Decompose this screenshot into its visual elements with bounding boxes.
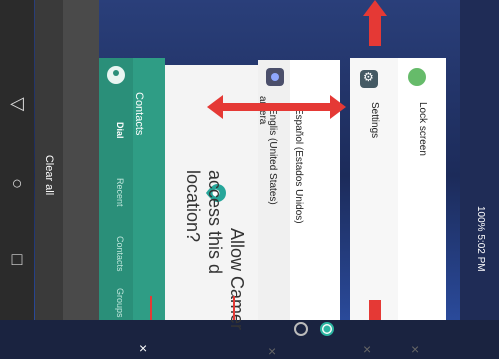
home-button[interactable]: ○ [6,172,28,194]
settings-gear-icon [360,70,378,88]
marker-line-1 [150,296,152,320]
permission-text-line1: Allow Camer [227,228,247,331]
marker-line-2 [233,296,235,320]
contacts-card-title: Contacts [133,92,145,136]
arrow-left-head [207,95,223,119]
settings-card-title: Settings [369,102,380,139]
radio-spanish[interactable] [320,322,334,336]
camera-app-icon [266,68,284,86]
arrow-bottom-mark [369,300,381,320]
status-text: 100% 5:02 PM [475,206,486,272]
tab-contacts[interactable]: Contacts [115,236,125,272]
close-contacts-card-button[interactable]: × [139,340,147,356]
language-option-spanish[interactable]: Español (Estados Unidos) [293,108,304,224]
recent-card-language[interactable]: amera Englis (United States) Español (Es… [257,60,340,359]
permission-text-line2: access this d [205,170,225,275]
arrow-up-shaft [369,16,381,46]
lock-screen-app-icon [408,68,426,86]
language-option-english[interactable]: Englis (United States) [267,108,278,205]
lock-screen-card-title: Lock screen [417,102,428,156]
arrow-right-head [330,95,346,119]
back-button[interactable]: ◁ [6,92,28,114]
recent-card-lock-screen[interactable]: Lock screen × [398,58,446,357]
recents-button[interactable]: □ [6,248,28,270]
arrow-up-head [363,0,387,16]
close-settings-card-button[interactable]: × [363,341,371,357]
dim-overlay [63,0,99,320]
tab-recent[interactable]: Recent [115,178,125,207]
arrow-horizontal-shaft [222,103,332,111]
clear-all-button[interactable]: Clear all [35,140,63,210]
radio-english[interactable] [294,322,308,336]
tab-groups[interactable]: Groups [115,288,125,318]
tab-dial[interactable]: Dial [115,122,125,139]
recents-screen: ◁ ○ □ Clear all Contacts Dial Recent Con… [0,0,499,359]
recent-card-contacts[interactable]: Contacts Dial Recent Contacts Groups × [99,58,165,356]
status-bar: 100% 5:02 PM [460,0,499,320]
close-language-card-button[interactable]: × [268,343,276,359]
permission-text-line3: location? [183,170,203,243]
recent-card-settings[interactable]: Settings × [350,58,398,357]
contacts-app-icon [107,66,125,84]
clear-all-label: Clear all [43,154,55,196]
navigation-bar: ◁ ○ □ [0,0,34,320]
close-lock-screen-card-button[interactable]: × [411,341,419,357]
